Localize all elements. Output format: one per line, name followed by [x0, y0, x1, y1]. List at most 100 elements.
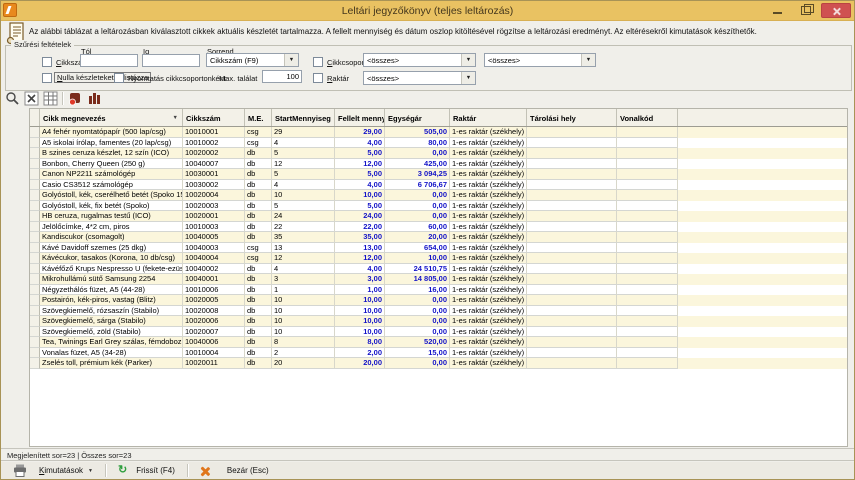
- column-header-egysegar[interactable]: Egységár: [385, 109, 450, 126]
- cell-cikk-megnevezes: Négyzethálós füzet, A5 (44-28): [40, 285, 183, 296]
- table-row[interactable]: A4 fehér nyomtatópapír (500 lap/csg)1001…: [30, 127, 847, 138]
- max-talalat-label: Max. találat: [219, 74, 257, 83]
- table-row[interactable]: Casio CS3512 számológép10030002db44,006 …: [30, 180, 847, 191]
- footer-separator: [105, 464, 106, 477]
- close-button[interactable]: [821, 3, 851, 18]
- cell-egysegar: 425,00: [385, 159, 450, 170]
- table-row[interactable]: Kávé Davidoff szemes (25 dkg)10040003csg…: [30, 243, 847, 254]
- status-bar: Megjelenített sor=23 | Összes sor=23: [1, 448, 855, 461]
- kimutatasok-button[interactable]: Kimutatások ▼: [33, 463, 99, 478]
- row-selector[interactable]: [30, 138, 40, 149]
- max-talalat-input[interactable]: [262, 70, 302, 83]
- cikkcsoport-secondary-select[interactable]: <összes> ▼: [484, 53, 596, 67]
- table-row[interactable]: Szövegkiemelő, zöld (Stabilo)10020007db1…: [30, 327, 847, 338]
- row-selector[interactable]: [30, 306, 40, 317]
- row-selector[interactable]: [30, 285, 40, 296]
- column-header-fellelt-menny[interactable]: Fellelt menny.: [335, 109, 385, 126]
- cikkcsoport-checkbox[interactable]: [313, 57, 323, 67]
- grid-view-icon[interactable]: [43, 91, 59, 107]
- cell-egysegar: 0,00: [385, 148, 450, 159]
- column-header-me[interactable]: M.E.: [245, 109, 272, 126]
- column-header-cikkszam[interactable]: Cikkszám: [183, 109, 245, 126]
- column-header-raktar[interactable]: Raktár: [450, 109, 527, 126]
- table-row[interactable]: Tea, Twinings Earl Grey szálas, fémdoboz…: [30, 337, 847, 348]
- column-header-tarolasi-hely[interactable]: Tárolási hely: [527, 109, 617, 126]
- column-header-vonalkod[interactable]: Vonalkód: [617, 109, 678, 126]
- row-selector[interactable]: [30, 169, 40, 180]
- row-selector[interactable]: [30, 159, 40, 170]
- row-selector[interactable]: [30, 337, 40, 348]
- chevron-down-icon[interactable]: ▼: [284, 54, 298, 66]
- close-form-button[interactable]: Bezár (Esc): [194, 463, 275, 478]
- table-row[interactable]: Golyóstoll, kék, fix betét (Spoko)100200…: [30, 201, 847, 212]
- table-row[interactable]: Postairón, kék-piros, vastag (Blitz)1002…: [30, 295, 847, 306]
- row-selector[interactable]: [30, 243, 40, 254]
- ig-input[interactable]: [142, 54, 200, 67]
- row-selector[interactable]: [30, 222, 40, 233]
- chevron-down-icon[interactable]: ▼: [461, 72, 475, 84]
- column-header-cikk-megnevezes[interactable]: Cikk megnevezés▼: [40, 109, 183, 126]
- cell-fellelt-menny: 4,00: [335, 138, 385, 149]
- search-icon[interactable]: [5, 91, 21, 107]
- row-selector[interactable]: [30, 348, 40, 359]
- table-row[interactable]: Mikrohullámú sütő Samsung 225410040001db…: [30, 274, 847, 285]
- table-row[interactable]: Kávéfőző Krups Nespresso U (fekete-ezüst…: [30, 264, 847, 275]
- table-row[interactable]: Kandiscukor (csomagolt)10040005db3535,00…: [30, 232, 847, 243]
- table-row[interactable]: Szövegkiemelő, sárga (Stabilo)10020006db…: [30, 316, 847, 327]
- nyomtatas-cikkcsoport-checkbox[interactable]: [114, 73, 124, 83]
- row-selector-header[interactable]: [30, 109, 40, 126]
- minimize-button[interactable]: [765, 3, 791, 18]
- row-selector[interactable]: [30, 201, 40, 212]
- table-row[interactable]: Szövegkiemelő, rózsaszín (Stabilo)100200…: [30, 306, 847, 317]
- columns-icon[interactable]: [87, 91, 103, 107]
- restore-button[interactable]: [793, 3, 819, 18]
- cikkcsoport-select[interactable]: <összes> ▼: [363, 53, 476, 67]
- cell-vonalkod: [617, 348, 678, 359]
- table-row[interactable]: Canon NP2211 számológép10030001db55,003 …: [30, 169, 847, 180]
- tol-input[interactable]: [80, 54, 138, 67]
- chart-icon[interactable]: [68, 91, 84, 107]
- row-selector[interactable]: [30, 274, 40, 285]
- excel-export-icon[interactable]: [24, 91, 40, 107]
- table-row[interactable]: Zselés toll, prémium kék (Parker)1002001…: [30, 358, 847, 369]
- row-selector[interactable]: [30, 211, 40, 222]
- table-row[interactable]: Kávécukor, tasakos (Korona, 10 db/csg)10…: [30, 253, 847, 264]
- bezar-label: Bezár (Esc): [227, 466, 269, 475]
- raktar-select[interactable]: <összes> ▼: [363, 71, 476, 85]
- row-selector[interactable]: [30, 327, 40, 338]
- row-selector[interactable]: [30, 358, 40, 369]
- chevron-down-icon[interactable]: ▼: [461, 54, 475, 66]
- table-row[interactable]: Golyóstoll, kék, cserélhető betét (Spoko…: [30, 190, 847, 201]
- print-button[interactable]: [7, 463, 33, 478]
- table-row[interactable]: Bonbon, Cherry Queen (250 g)10040007db12…: [30, 159, 847, 170]
- raktar-checkbox[interactable]: [313, 73, 323, 83]
- table-row[interactable]: Vonalas füzet, A5 (34-28)10010004db22,00…: [30, 348, 847, 359]
- row-selector[interactable]: [30, 295, 40, 306]
- nulla-keszlet-checkbox[interactable]: [42, 73, 52, 83]
- table-row[interactable]: HB ceruza, rugalmas testű (ICO)10020001d…: [30, 211, 847, 222]
- table-row[interactable]: A5 iskolai írólap, famentes (20 lap/csg)…: [30, 138, 847, 149]
- row-selector[interactable]: [30, 190, 40, 201]
- cikkszam-checkbox[interactable]: [42, 57, 52, 67]
- row-selector[interactable]: [30, 316, 40, 327]
- table-row[interactable]: Négyzethálós füzet, A5 (44-28)10010006db…: [30, 285, 847, 296]
- row-selector[interactable]: [30, 180, 40, 191]
- table-row[interactable]: B szines ceruza készlet, 12 szín (ICO)10…: [30, 148, 847, 159]
- cell-cikkszam: 10030001: [183, 169, 245, 180]
- row-selector[interactable]: [30, 264, 40, 275]
- sorrend-select[interactable]: Cikkszám (F9) ▼: [206, 53, 299, 67]
- row-selector[interactable]: [30, 253, 40, 264]
- row-selector[interactable]: [30, 232, 40, 243]
- cell-fellelt-menny: 5,00: [335, 148, 385, 159]
- table-row[interactable]: Jelölőcímke, 4*2 cm, piros10010003db2222…: [30, 222, 847, 233]
- cell-tarolasi-hely: [527, 211, 617, 222]
- cell-startmennyiseg: 2: [272, 348, 335, 359]
- column-header-startmennyiseg[interactable]: StartMennyiseg: [272, 109, 335, 126]
- cell-cikkszam: 10030002: [183, 180, 245, 191]
- chevron-down-icon[interactable]: ▼: [581, 54, 595, 66]
- refresh-button[interactable]: ↻ Frissít (F4): [112, 463, 181, 478]
- cell-raktar: 1-es raktár (székhely): [450, 264, 527, 275]
- cell-cikkszam: 10040002: [183, 264, 245, 275]
- row-selector[interactable]: [30, 127, 40, 138]
- row-selector[interactable]: [30, 148, 40, 159]
